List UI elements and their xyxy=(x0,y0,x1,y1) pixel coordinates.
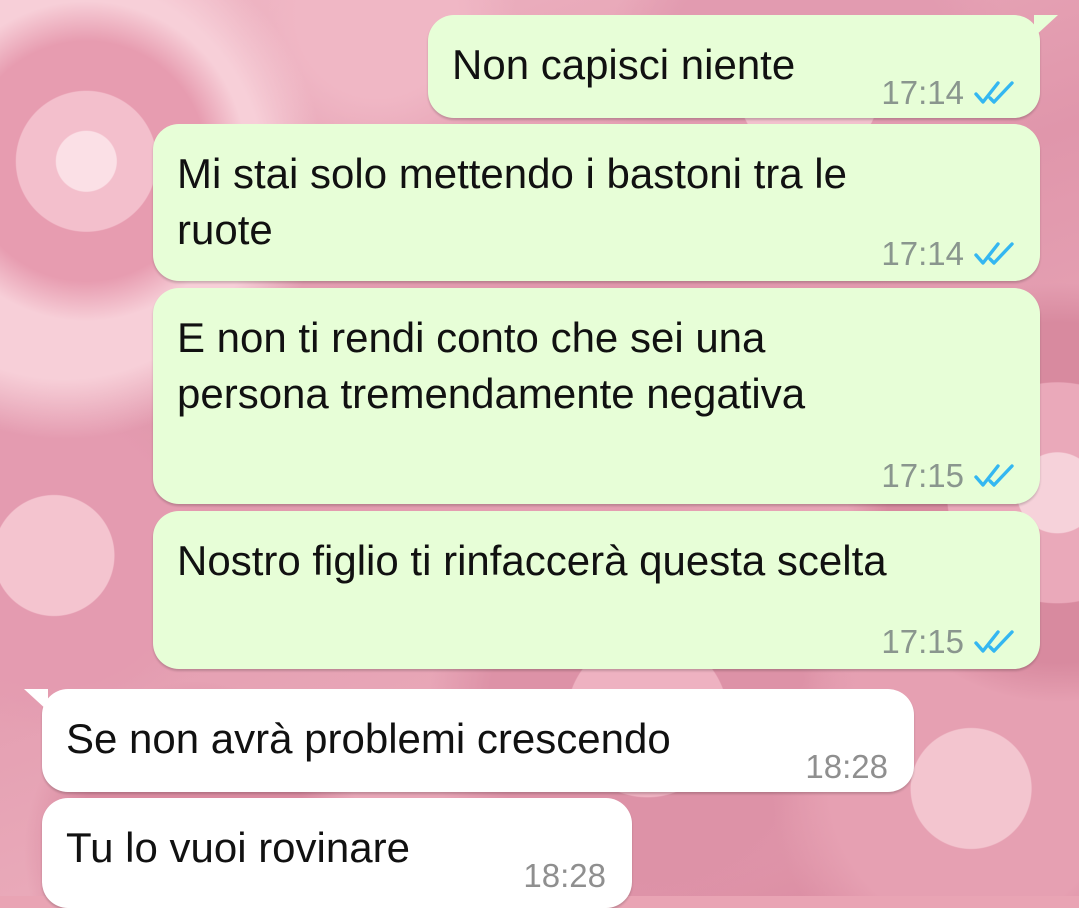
message-meta: 17:14 xyxy=(881,226,1018,282)
bubble-tail xyxy=(24,689,48,711)
message-time: 17:14 xyxy=(881,235,964,272)
message-meta: 18:28 xyxy=(805,739,888,795)
message-list[interactable]: Non capisci niente 17:14 Mi stai solo me… xyxy=(0,0,1079,908)
message-text: Mi stai solo mettendo i bastoni tra le r… xyxy=(177,150,847,253)
message-time: 18:28 xyxy=(805,748,888,785)
message-time: 17:15 xyxy=(881,457,964,494)
message-text: Non capisci niente xyxy=(452,41,796,88)
message-text: Nostro figlio ti rinfaccerà questa scelt… xyxy=(177,537,887,584)
message-text: Se non avrà problemi crescendo xyxy=(66,715,671,762)
outgoing-message[interactable]: Mi stai solo mettendo i bastoni tra le r… xyxy=(153,124,1040,281)
double-check-read-icon xyxy=(974,462,1018,490)
incoming-message[interactable]: Tu lo vuoi rovinare 18:28 xyxy=(42,798,632,908)
bubble-tail xyxy=(1034,15,1058,37)
message-time: 17:14 xyxy=(881,74,964,111)
outgoing-message[interactable]: Nostro figlio ti rinfaccerà questa scelt… xyxy=(153,511,1040,669)
message-text: E non ti rendi conto che sei una persona… xyxy=(177,314,806,417)
double-check-read-icon xyxy=(974,628,1018,656)
message-time: 17:15 xyxy=(881,623,964,660)
message-meta: 17:15 xyxy=(881,614,1018,670)
outgoing-message[interactable]: Non capisci niente 17:14 xyxy=(428,15,1058,121)
double-check-read-icon xyxy=(974,240,1018,268)
outgoing-message[interactable]: E non ti rendi conto che sei una persona… xyxy=(153,288,1040,504)
message-text: Tu lo vuoi rovinare xyxy=(66,824,410,871)
double-check-read-icon xyxy=(974,79,1018,107)
message-meta: 17:14 xyxy=(881,65,1018,121)
message-meta: 17:15 xyxy=(881,448,1018,504)
incoming-message[interactable]: Se non avrà problemi crescendo 18:28 xyxy=(24,689,914,795)
